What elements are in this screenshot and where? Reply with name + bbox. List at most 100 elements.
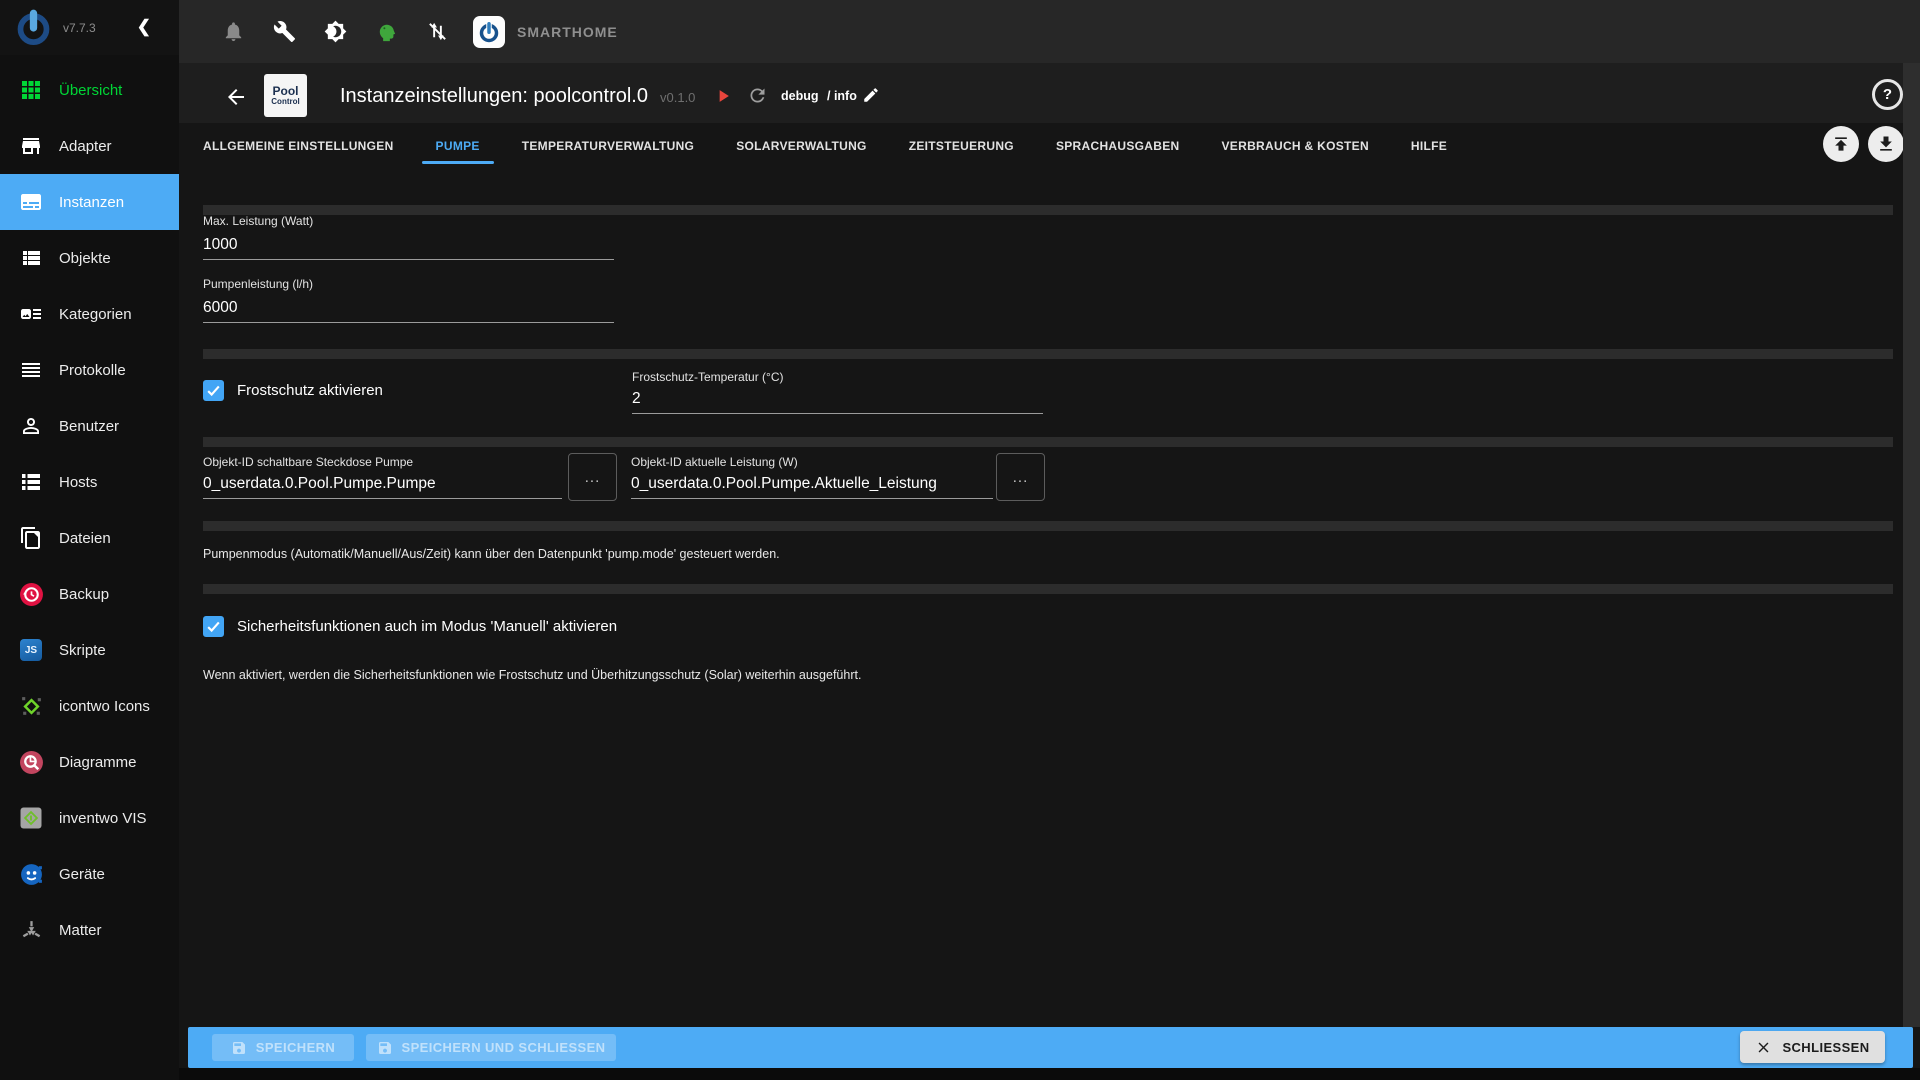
oid-power-picker-button[interactable]: ... [996,453,1045,501]
tab-verbrauch-kosten[interactable]: VERBRAUCH & KOSTEN [1208,123,1383,169]
log-level-info: / info [827,89,857,103]
save-button[interactable]: SPEICHERN [212,1034,354,1061]
sidebar-item-protokolle[interactable]: Protokolle [0,342,179,398]
oid-socket-input[interactable]: 0_userdata.0.Pool.Pumpe.Pumpe [203,475,562,499]
checkbox-checked-icon[interactable] [203,616,224,637]
safety-checkbox-row[interactable]: Sicherheitsfunktionen auch im Modus 'Man… [203,616,617,637]
checkbox-checked-icon[interactable] [203,380,224,401]
sidebar-item-label: Skripte [59,642,106,659]
iobroker-logo-icon [14,8,53,47]
sidebar-item-adapter[interactable]: Adapter [0,118,179,174]
log-level-label: debug [781,89,819,103]
devices-icon [18,861,44,887]
sidebar-item-objekte[interactable]: Objekte [0,230,179,286]
sidebar-item-label: Geräte [59,866,105,883]
expert-mode-icon[interactable] [374,20,398,44]
save-button-label: SPEICHERN [256,1040,335,1055]
frost-protect-label: Frostschutz aktivieren [237,382,383,399]
oid-socket-picker-button[interactable]: ... [568,453,617,501]
tab-temperaturverwaltung[interactable]: TEMPERATURVERWALTUNG [508,123,708,169]
pump-capacity-label: Pumpenleistung (l/h) [203,277,313,291]
smarthome-app-icon[interactable] [473,16,505,48]
collapse-sidebar-icon[interactable]: ❮ [137,17,151,37]
sidebar-item-icontwo[interactable]: icontwo Icons [0,678,179,734]
upload-icon [1831,134,1851,154]
export-config-button[interactable] [1868,126,1904,162]
tab-solarverwaltung[interactable]: SOLARVERWALTUNG [722,123,881,169]
sidebar-item-label: Benutzer [59,418,119,435]
wrench-icon[interactable] [272,20,296,44]
sidebar-item-kategorien[interactable]: Kategorien [0,286,179,342]
max-power-input[interactable]: 1000 [203,236,614,260]
frost-temp-input[interactable]: 2 [632,390,1043,414]
tab-sprachausgaben[interactable]: SPRACHAUSGABEN [1042,123,1194,169]
edit-pencil-icon[interactable] [862,86,880,104]
instances-icon [18,189,44,215]
refresh-icon[interactable] [747,85,768,106]
instance-running-icon [713,86,733,106]
hosts-icon [18,469,44,495]
frost-protect-checkbox-row[interactable]: Frostschutz aktivieren [203,380,383,401]
sidebar-item-label: Objekte [59,250,111,267]
sidebar-item-inventwo-vis[interactable]: inventwo VIS [0,790,179,846]
save-and-close-button[interactable]: SPEICHERN UND SCHLIESSEN [366,1034,616,1061]
sidebar-nav: Übersicht Adapter Instanzen Objekte [0,62,179,958]
vertical-scrollbar[interactable] [1903,63,1920,1027]
sidebar-item-instanzen[interactable]: Instanzen [0,174,179,230]
sidebar-item-label: Adapter [59,138,112,155]
sidebar-item-dateien[interactable]: Dateien [0,510,179,566]
charts-icon [18,749,44,775]
sidebar-item-label: Matter [59,922,102,939]
sidebar-item-label: Backup [59,586,109,603]
sidebar-item-backup[interactable]: Backup [0,566,179,622]
oid-power-label: Objekt-ID aktuelle Leistung (W) [631,455,798,469]
help-button[interactable]: ? [1872,79,1903,110]
oid-power-input[interactable]: 0_userdata.0.Pool.Pumpe.Aktuelle_Leistun… [631,475,993,499]
sidebar-item-uebersicht[interactable]: Übersicht [0,62,179,118]
user-icon [18,413,44,439]
sidebar-item-label: inventwo VIS [59,810,147,827]
download-icon [1876,134,1896,154]
safety-note: Wenn aktiviert, werden die Sicherheitsfu… [203,668,861,682]
logs-icon [18,357,44,383]
page-title: Instanzeinstellungen: poolcontrol.0 [340,85,648,108]
sidebar-item-label: icontwo Icons [59,698,150,715]
main-area: SMARTHOME Pool Control Instanzeinstellun… [179,0,1920,1080]
sidebar-item-label: Protokolle [59,362,126,379]
javascript-icon: JS [18,637,44,663]
theme-toggle-icon[interactable] [323,20,347,44]
footer-toolbar: SPEICHERN SPEICHERN UND SCHLIESSEN SCHLI… [188,1027,1913,1068]
section-divider [203,521,1893,531]
smarthome-brand: SMARTHOME [517,24,618,40]
sidebar-item-label: Übersicht [59,82,122,99]
poolcontrol-adapter-logo: Pool Control [264,74,307,117]
tab-allgemeine-einstellungen[interactable]: ALLGEMEINE EINSTELLUNGEN [189,123,408,169]
sidebar-item-benutzer[interactable]: Benutzer [0,398,179,454]
sidebar-header: v7.7.3 ❮ [0,0,179,55]
files-icon [18,525,44,551]
sidebar-item-diagramme[interactable]: Diagramme [0,734,179,790]
close-button[interactable]: SCHLIESSEN [1740,1031,1885,1063]
back-arrow-icon[interactable] [224,85,248,109]
sidebar-item-skripte[interactable]: JS Skripte [0,622,179,678]
frost-temp-label: Frostschutz-Temperatur (°C) [632,370,784,384]
sidebar-item-geraete[interactable]: Geräte [0,846,179,902]
tab-zeitsteuerung[interactable]: ZEITSTEUERUNG [895,123,1028,169]
sidebar-item-label: Hosts [59,474,97,491]
import-config-button[interactable] [1823,126,1859,162]
tab-hilfe[interactable]: HILFE [1397,123,1461,169]
bottom-strip [179,1068,1920,1080]
sidebar-item-label: Instanzen [59,194,124,211]
store-icon [18,133,44,159]
tab-pumpe[interactable]: PUMPE [422,123,494,169]
safety-label: Sicherheitsfunktionen auch im Modus 'Man… [237,618,617,635]
sidebar-item-matter[interactable]: Matter [0,902,179,958]
pump-capacity-input[interactable]: 6000 [203,299,614,323]
sidebar-item-hosts[interactable]: Hosts [0,454,179,510]
save-icon [377,1040,393,1056]
matter-icon [18,917,44,943]
max-power-label: Max. Leistung (Watt) [203,214,313,228]
grid-icon [18,77,44,103]
sync-disabled-icon[interactable] [425,20,449,44]
notifications-bell-icon[interactable] [221,20,245,44]
